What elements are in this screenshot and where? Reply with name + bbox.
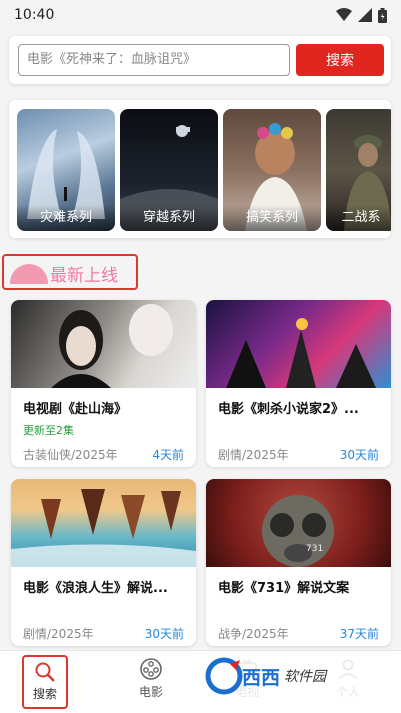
movie-poster: 731 — [206, 479, 391, 567]
category-carousel: 灾难系列 穿越系列 搞笑系列 二战系 — [9, 100, 391, 238]
search-input[interactable]: 电影《死神来了：血脉诅咒》 — [18, 44, 290, 76]
bottom-nav: 搜索 电影 电视 个人 西西 软件园 — [0, 650, 401, 713]
movie-genre-year: 战争/2025年 — [218, 627, 289, 641]
wifi-icon — [336, 8, 352, 21]
movie-card[interactable]: 电影《刺杀小说家2》... 剧情/2025年 30天前 — [206, 300, 391, 467]
status-bar: 10:40 — [0, 0, 401, 30]
nav-label: 电影 — [138, 685, 163, 699]
movie-title: 电影《浪浪人生》解说... — [23, 581, 168, 596]
movie-title: 电影《731》解说文案 — [218, 581, 350, 596]
section-header-latest: 最新上线 — [2, 254, 138, 290]
movie-card[interactable]: 电影《浪浪人生》解说... 剧情/2025年 30天前 — [11, 479, 196, 646]
search-panel: 电影《死神来了：血脉诅咒》 搜索 — [9, 36, 391, 84]
movie-title: 电视剧《赴山海》 — [23, 402, 128, 417]
signal-icon — [358, 8, 372, 22]
watermark-brand: 西西 — [242, 666, 281, 689]
category-label: 灾难系列 — [17, 205, 115, 231]
movie-genre-year: 剧情/2025年 — [23, 627, 94, 641]
nav-tab-search[interactable]: 搜索 — [22, 655, 68, 709]
movie-update-status: 更新至2集 — [23, 424, 74, 437]
film-reel-icon — [140, 658, 162, 680]
status-time: 10:40 — [14, 7, 55, 23]
movie-posted-time: 30天前 — [144, 627, 184, 641]
section-decoration-icon — [10, 264, 48, 284]
category-card-disaster[interactable]: 灾难系列 — [17, 109, 115, 231]
movie-posted-time: 37天前 — [339, 627, 379, 641]
battery-icon — [378, 7, 387, 23]
movie-card[interactable]: 电视剧《赴山海》 更新至2集 古装仙侠/2025年 4天前 — [11, 300, 196, 467]
movie-genre-year: 剧情/2025年 — [218, 448, 289, 462]
movie-poster — [11, 479, 196, 567]
category-label: 穿越系列 — [120, 205, 218, 231]
search-icon — [35, 662, 55, 682]
section-title: 最新上线 — [50, 266, 118, 286]
status-icons — [336, 7, 387, 23]
svg-text:731: 731 — [306, 544, 323, 554]
category-card-ww2[interactable]: 二战系 — [326, 109, 391, 231]
category-label: 二战系 — [326, 205, 391, 231]
movie-poster — [206, 300, 391, 388]
watermark-logo-icon — [205, 657, 243, 695]
movie-posted-time: 4天前 — [152, 448, 184, 462]
movie-genre-year: 古装仙侠/2025年 — [23, 448, 118, 462]
search-button[interactable]: 搜索 — [296, 44, 384, 76]
movie-posted-time: 30天前 — [339, 448, 379, 462]
watermark-sub: 软件园 — [284, 669, 327, 685]
category-label: 搞笑系列 — [223, 205, 321, 231]
movie-card[interactable]: 731 电影《731》解说文案 战争/2025年 37天前 — [206, 479, 391, 646]
category-card-time-travel[interactable]: 穿越系列 — [120, 109, 218, 231]
watermark-overlay: 西西 软件园 — [200, 651, 380, 701]
movie-title: 电影《刺杀小说家2》... — [218, 402, 359, 417]
movie-poster — [11, 300, 196, 388]
nav-label: 搜索 — [32, 687, 57, 701]
nav-tab-movie[interactable]: 电影 — [121, 657, 181, 700]
category-card-comedy[interactable]: 搞笑系列 — [223, 109, 321, 231]
